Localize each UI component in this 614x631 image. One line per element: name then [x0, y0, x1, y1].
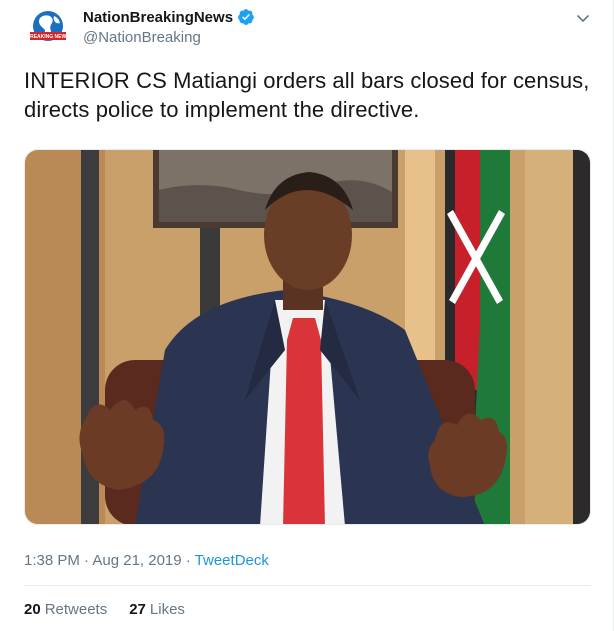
tweet-photo[interactable] — [24, 149, 591, 525]
tweet-card: BREAKING NEWS NationBreakingNews @Nation… — [0, 0, 614, 631]
retweets-label: Retweets — [44, 601, 108, 618]
likes-stat[interactable]: 27 Likes — [129, 601, 185, 618]
verified-badge-icon — [238, 9, 254, 25]
tweet-source-link[interactable]: TweetDeck — [195, 552, 269, 569]
photo-illustration — [25, 150, 590, 524]
retweets-count: 20 — [24, 601, 41, 618]
likes-count: 27 — [129, 601, 146, 618]
divider — [24, 585, 591, 586]
chevron-down-icon[interactable] — [575, 10, 591, 26]
avatar[interactable]: BREAKING NEWS — [24, 6, 72, 54]
tweet-stats: 20 Retweets 27 Likes — [24, 601, 207, 618]
user-name-text[interactable]: NationBreakingNews — [83, 9, 233, 26]
tweet-meta: 1:38 PM · Aug 21, 2019 · TweetDeck — [24, 552, 269, 569]
avatar-logo-text: BREAKING NEWS — [26, 34, 70, 40]
tweet-timestamp[interactable]: 1:38 PM · Aug 21, 2019 · — [24, 552, 195, 569]
likes-label: Likes — [149, 601, 185, 618]
tweet-text: INTERIOR CS Matiangi orders all bars clo… — [24, 68, 590, 122]
user-handle[interactable]: @NationBreaking — [83, 29, 201, 46]
retweets-stat[interactable]: 20 Retweets — [24, 601, 107, 618]
user-name[interactable]: NationBreakingNews — [83, 8, 255, 26]
globe-logo-icon: BREAKING NEWS — [25, 7, 71, 53]
